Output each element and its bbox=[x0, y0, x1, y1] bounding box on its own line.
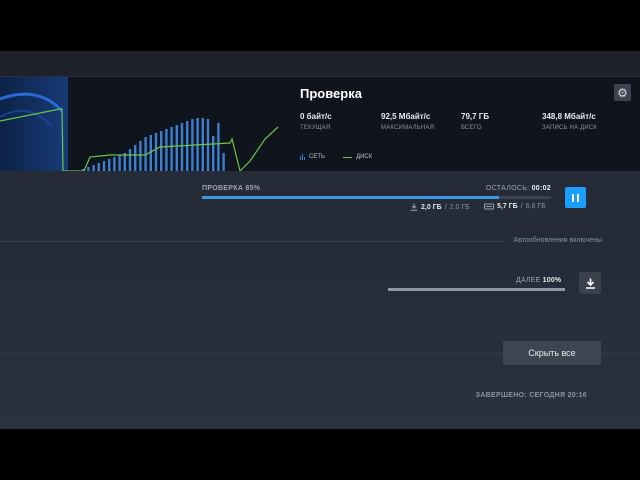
autoupdate-divider bbox=[0, 241, 505, 242]
stat-current-value: 0 байт/с bbox=[300, 112, 332, 121]
network-bar bbox=[123, 153, 126, 171]
network-bar bbox=[118, 155, 121, 171]
download-size: 2,0 ГБ / 2,0 ГБ bbox=[410, 203, 470, 211]
network-bar bbox=[222, 153, 225, 171]
network-bar bbox=[134, 145, 137, 171]
next-percent: 100% bbox=[542, 277, 562, 284]
time-remaining-value: 00:02 bbox=[531, 185, 551, 192]
download-arrow-icon bbox=[585, 278, 595, 289]
network-bar bbox=[154, 133, 158, 171]
pause-icon bbox=[572, 193, 574, 202]
time-remaining-label: ОСТАЛОСЬ: bbox=[485, 185, 530, 192]
stat-disk-write-label: ЗАПИСЬ НА ДИСК bbox=[542, 125, 598, 131]
stats-panel: Проверка ⚙ 0 байт/с ТЕКУЩАЯ 92,5 Мбайт/с… bbox=[0, 76, 640, 173]
stat-disk-write: 348,8 Мбайт/с ЗАПИСЬ НА ДИСК bbox=[542, 112, 597, 131]
legend-network: СЕТЬ bbox=[300, 154, 325, 160]
network-bars-icon bbox=[300, 154, 305, 160]
network-bar bbox=[206, 119, 210, 171]
stat-total: 79,7 ГБ ВСЕГО bbox=[461, 112, 489, 131]
network-bar bbox=[102, 161, 106, 171]
network-bar bbox=[160, 131, 163, 171]
network-bar bbox=[180, 123, 184, 171]
network-bar bbox=[97, 163, 100, 171]
legend-disk: ДИСК bbox=[343, 154, 372, 160]
network-bar bbox=[212, 136, 215, 171]
network-bar bbox=[128, 149, 132, 171]
completed-timestamp: ЗАВЕРШЕНО: СЕГОДНЯ 20:16 bbox=[475, 392, 587, 399]
download-icon bbox=[410, 203, 418, 211]
stat-current-label: ТЕКУЩАЯ bbox=[300, 125, 331, 131]
status-title: Проверка bbox=[300, 86, 362, 101]
stat-max: 92,5 Мбайт/с МАКСИМАЛЬНАЯ bbox=[381, 112, 434, 131]
time-remaining: ОСТАЛОСЬ: 00:02 bbox=[486, 185, 551, 192]
network-disk-chart bbox=[0, 77, 290, 172]
network-bar bbox=[113, 157, 116, 171]
network-bar bbox=[108, 159, 111, 171]
disk-drive-icon bbox=[484, 203, 494, 210]
next-progress-bar bbox=[388, 288, 565, 291]
legend-network-label: СЕТЬ bbox=[309, 154, 325, 160]
top-strip bbox=[0, 51, 640, 76]
downloads-page: Проверка ⚙ 0 байт/с ТЕКУЩАЯ 92,5 Мбайт/с… bbox=[0, 51, 640, 429]
settings-gear-icon[interactable]: ⚙ bbox=[614, 84, 631, 101]
next-progress-fill bbox=[388, 288, 565, 291]
download-total: 2,0 ГБ bbox=[449, 203, 470, 211]
progress-status-label: ПРОВЕРКА 85% bbox=[202, 185, 261, 192]
pause-button[interactable] bbox=[565, 187, 586, 208]
stat-disk-write-value: 348,8 Мбайт/с bbox=[542, 112, 596, 121]
disk-done: 5,7 ГБ bbox=[497, 203, 518, 210]
stat-total-value: 79,7 ГБ bbox=[461, 112, 490, 121]
stat-total-label: ВСЕГО bbox=[461, 125, 482, 131]
disk-size: 5,7 ГБ / 6,6 ГБ bbox=[484, 203, 546, 210]
active-download-row: ПРОВЕРКА 85% ОСТАЛОСЬ: 00:02 2,0 ГБ / 2,… bbox=[0, 171, 640, 226]
autoupdate-status: Автообновления включены bbox=[513, 237, 602, 244]
network-bar bbox=[175, 125, 178, 171]
legend-disk-label: ДИСК bbox=[356, 154, 373, 160]
download-button[interactable] bbox=[579, 272, 601, 294]
progress-bar-fill bbox=[202, 196, 499, 199]
network-bar bbox=[165, 129, 168, 171]
next-in-queue-label: ДАЛЕЕ 100% bbox=[516, 277, 561, 284]
stat-max-label: МАКСИМАЛЬНАЯ bbox=[381, 125, 435, 131]
game-art bbox=[0, 77, 68, 172]
download-done: 2,0 ГБ bbox=[421, 203, 442, 211]
stat-max-value: 92,5 Мбайт/с bbox=[381, 112, 431, 121]
stat-current: 0 байт/с ТЕКУЩАЯ bbox=[300, 112, 332, 131]
network-bar bbox=[139, 141, 142, 171]
disk-total: 6,6 ГБ bbox=[525, 203, 546, 210]
progress-bar bbox=[202, 196, 551, 199]
next-label-text: ДАЛЕЕ bbox=[516, 277, 541, 284]
disk-line-icon bbox=[343, 156, 352, 158]
network-bar bbox=[170, 127, 173, 171]
hide-all-button[interactable]: Скрыть все bbox=[503, 341, 601, 365]
network-bar bbox=[217, 123, 220, 171]
